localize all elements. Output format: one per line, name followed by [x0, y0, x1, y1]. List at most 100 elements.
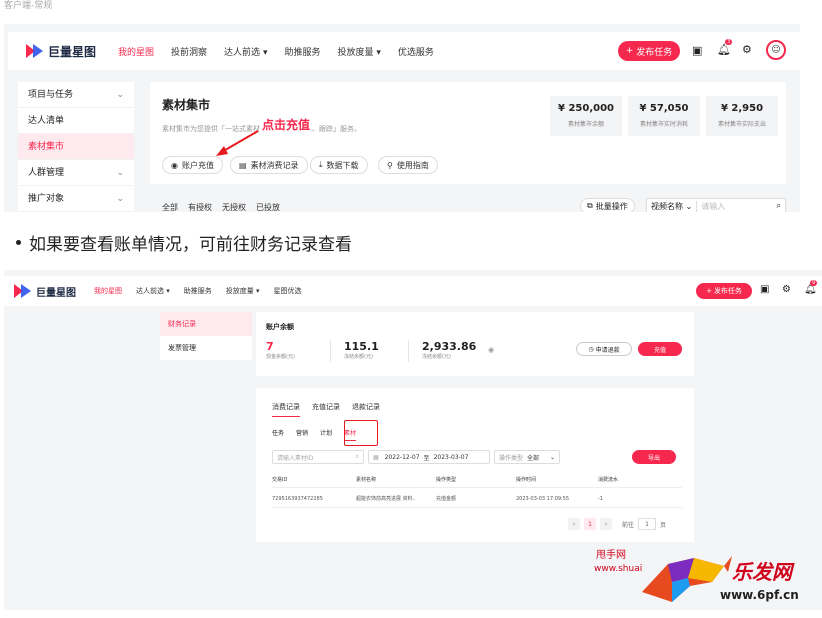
tab-recharge[interactable]: 充值记录 [312, 402, 340, 417]
frozen-balance: 115.1 冻结余额(元) [344, 340, 379, 360]
user-guide-button[interactable]: ⚲ 使用指南 [378, 156, 438, 174]
sidebar-item-projects[interactable]: 项目与任务 ⌄ [18, 82, 134, 108]
subtab-marketing[interactable]: 营销 [296, 428, 308, 441]
nav-item-talent-select[interactable]: 达人前选 ▾ [224, 45, 267, 58]
search-icon[interactable]: ⌕ [777, 201, 785, 211]
watermark-text: 甩手网 [596, 550, 626, 561]
sidebar-item-promo-target[interactable]: 推广对象 ⌄ [18, 186, 134, 212]
top-navbar: 巨量星图 我的星图 投前洞察 达人前选 ▾ 助推服务 投放度量 ▾ 优选服务 +… [8, 32, 800, 70]
avatar[interactable]: ☺ [766, 40, 786, 60]
search-input[interactable]: 请输入 [697, 201, 776, 212]
tab-refund[interactable]: 退款记录 [352, 402, 380, 417]
publish-task-button[interactable]: + 发布任务 [696, 283, 752, 299]
chevron-down-icon: ⌄ [116, 168, 124, 178]
operation-type-select[interactable]: 操作类型 全部 ⌄ [494, 450, 560, 464]
nav-item-premium[interactable]: 优选服务 [398, 45, 434, 58]
list-icon: ▤ [239, 160, 247, 170]
stat-balance: ¥ 250,000 素材集市余额 [550, 96, 622, 136]
divider [330, 340, 331, 362]
account-recharge-button[interactable]: ◉ 账户充值 [162, 156, 223, 174]
filter-tabs: 全部 有授权 无授权 已投放 [162, 202, 280, 212]
search-field-select[interactable]: 视频名称 ⌄ [647, 200, 698, 212]
subtab-task[interactable]: 任务 [272, 428, 284, 441]
sidebar: 项目与任务 ⌄ 达人清单 素材集市 人群管理 ⌄ 推广对象 ⌄ [18, 82, 134, 212]
tab-all[interactable]: 全部 [162, 202, 178, 212]
records-card: 消费记录 充值记录 退款记录 任务 营销 计划 素材 请输入素材ID ⌕ ▦ 20… [256, 388, 694, 542]
total-balance: 2,933.86 冻结余额(元) [422, 340, 477, 360]
sidebar-item-talent-list[interactable]: 达人清单 [18, 108, 134, 134]
calendar-icon: ▦ [373, 453, 379, 461]
page-number[interactable]: 1 [584, 518, 596, 530]
gear-icon[interactable]: ⚙ [742, 43, 752, 56]
nav-item-boost[interactable]: 助推服务 [184, 286, 212, 296]
table-row[interactable]: 7295163937472285 超能衣饰前高亮进展 资料.. 充值金额 2023-0… [272, 490, 682, 508]
brand-logo[interactable]: 巨量星图 [14, 284, 76, 299]
sidebar-item-audience[interactable]: 人群管理 ⌄ [18, 160, 134, 186]
bottom-nav-menu: 我的星图 达人前选 ▾ 助推服务 投放度量 ▾ 星图优选 [94, 286, 302, 296]
bullet-dot [16, 240, 21, 245]
nav-item-boost[interactable]: 助推服务 [284, 45, 320, 58]
export-button[interactable]: 导出 [632, 450, 676, 464]
top-screenshot: 巨量星图 我的星图 投前洞察 达人前选 ▾ 助推服务 投放度量 ▾ 优选服务 +… [4, 24, 800, 212]
batch-operation-button[interactable]: ⧉ 批量操作 [580, 198, 635, 212]
recharge-button[interactable]: 充值 [638, 342, 682, 356]
stat-realtime-cost: ¥ 57,050 素材集市实时消耗 [628, 96, 700, 136]
next-page-button[interactable]: › [600, 518, 612, 530]
consumption-record-button[interactable]: ▤ 素材消费记录 [230, 156, 308, 174]
nav-item-measure[interactable]: 投放度量 ▾ [337, 45, 380, 58]
search-icon: ⌕ [355, 453, 359, 460]
nav-item-my-xingtu[interactable]: 我的星图 [94, 286, 122, 296]
finance-sidebar: 财务记录 发票管理 [160, 312, 252, 360]
date-range-picker[interactable]: ▦ 2022-12-07 至 2023-03-07 [368, 450, 490, 464]
stat-actual-spend: ¥ 2,950 素材集市实际支出 [706, 96, 778, 136]
sidebar-item-finance-records[interactable]: 财务记录 [160, 312, 252, 336]
sidebar-item-material-market[interactable]: 素材集市 [18, 134, 134, 160]
xingtu-logo-icon [26, 44, 44, 58]
page-title: 素材集市 [162, 98, 211, 112]
data-download-button[interactable]: ⤓ 数据下载 [310, 156, 368, 174]
subtab-plan[interactable]: 计划 [320, 428, 332, 441]
watermark-brand: 乐发网 [732, 560, 792, 584]
nav-item-talent-select[interactable]: 达人前选 ▾ [136, 286, 170, 296]
download-icon: ⤓ [319, 160, 323, 169]
sidebar-item-invoice[interactable]: 发票管理 [160, 336, 252, 360]
clock-icon: ◷ [588, 345, 594, 353]
tab-consumption[interactable]: 消费记录 [272, 402, 300, 417]
notification-badge: 9 [810, 280, 818, 286]
nav-item-pre-insight[interactable]: 投前洞察 [171, 45, 207, 58]
balance-title: 账户余额 [266, 323, 294, 331]
prev-page-button[interactable]: ‹ [568, 518, 580, 530]
caret-down-icon: ▾ [262, 47, 268, 58]
goto-page-input[interactable]: 1 [638, 518, 657, 530]
cart-icon[interactable]: ▣ [760, 284, 769, 295]
refund-button[interactable]: ◷ 申请退款 [576, 342, 632, 356]
watermark-url: www.shuai [594, 564, 643, 574]
chevron-down-icon: ⌄ [549, 453, 555, 461]
bottom-screenshot: 巨量星图 我的星图 达人前选 ▾ 助推服务 投放度量 ▾ 星图优选 + 发布任务 … [4, 270, 822, 610]
batch-icon: ⧉ [587, 201, 593, 210]
annotation-arrow-icon [216, 130, 259, 156]
plus-icon: + [706, 287, 712, 295]
material-id-input[interactable]: 请输入素材ID ⌕ [272, 450, 364, 464]
nav-item-my-xingtu[interactable]: 我的星图 [118, 45, 154, 58]
top-nav-menu: 我的星图 投前洞察 达人前选 ▾ 助推服务 投放度量 ▾ 优选服务 [118, 45, 434, 58]
tab-delivered[interactable]: 已投放 [256, 202, 280, 212]
caret-down-icon: ▾ [255, 287, 260, 295]
notification-badge: 3 [725, 39, 733, 45]
gear-icon[interactable]: ⚙ [782, 284, 791, 295]
instruction-text: 如果要查看账单情况，可前往财务记录查看 [16, 230, 352, 255]
bottom-navbar: 巨量星图 我的星图 达人前选 ▾ 助推服务 投放度量 ▾ 星图优选 + 发布任务 … [4, 276, 822, 306]
nav-item-premium[interactable]: 星图优选 [274, 286, 302, 296]
chevron-down-icon: ⌄ [685, 201, 693, 211]
location-pin-icon: ⚲ [387, 160, 393, 170]
tab-unauthorized[interactable]: 无授权 [222, 202, 246, 212]
chevron-down-icon: ⌄ [116, 90, 124, 100]
brand-logo[interactable]: 巨量星图 [26, 43, 96, 60]
account-balance-card: 账户余额 7 现金余额(元) 115.1 冻结余额(元) 2,933.86 冻结… [256, 312, 694, 376]
eye-icon[interactable]: ◉ [488, 346, 494, 354]
cart-icon[interactable]: ▣ [692, 44, 702, 57]
publish-task-button[interactable]: + 发布任务 [618, 41, 680, 61]
tab-authorized[interactable]: 有授权 [188, 202, 212, 212]
nav-item-measure[interactable]: 投放度量 ▾ [226, 286, 260, 296]
material-market-card: 素材集市 素材集市为您提供「一站式素材 点击充值 、跟踪」服务。 ¥ 250,000… [150, 82, 786, 184]
